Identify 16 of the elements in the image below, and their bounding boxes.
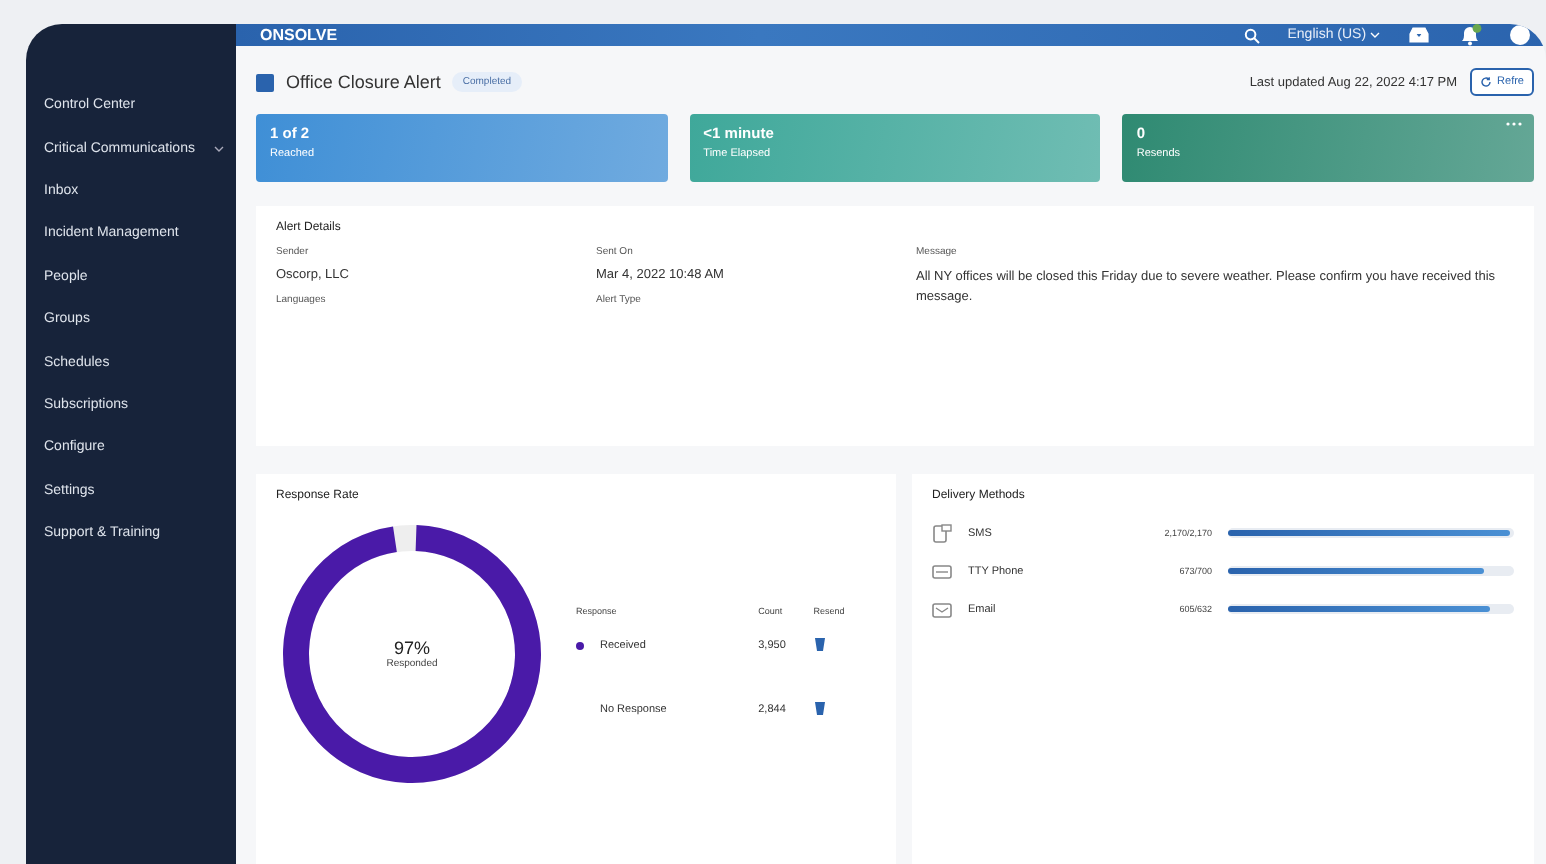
alert-title: Office Closure Alert (286, 72, 441, 92)
phone-icon (932, 523, 952, 543)
search-icon[interactable] (1243, 27, 1260, 43)
brand-logo: ONSOLVE (260, 26, 340, 44)
bell-icon[interactable] (1458, 24, 1482, 46)
chevron-down-icon (1370, 31, 1380, 38)
resend-icon[interactable] (813, 700, 826, 716)
desk-phone-icon (932, 561, 952, 581)
resend-icon[interactable] (813, 636, 826, 652)
back-button[interactable] (256, 73, 274, 91)
envelope-icon (932, 599, 952, 619)
percent-text: 97% (393, 638, 430, 658)
chevron-down-icon (214, 145, 224, 152)
inbox-tray-icon[interactable] (1408, 26, 1430, 44)
refresh-icon (1479, 76, 1492, 88)
avatar-icon[interactable] (1510, 24, 1530, 46)
